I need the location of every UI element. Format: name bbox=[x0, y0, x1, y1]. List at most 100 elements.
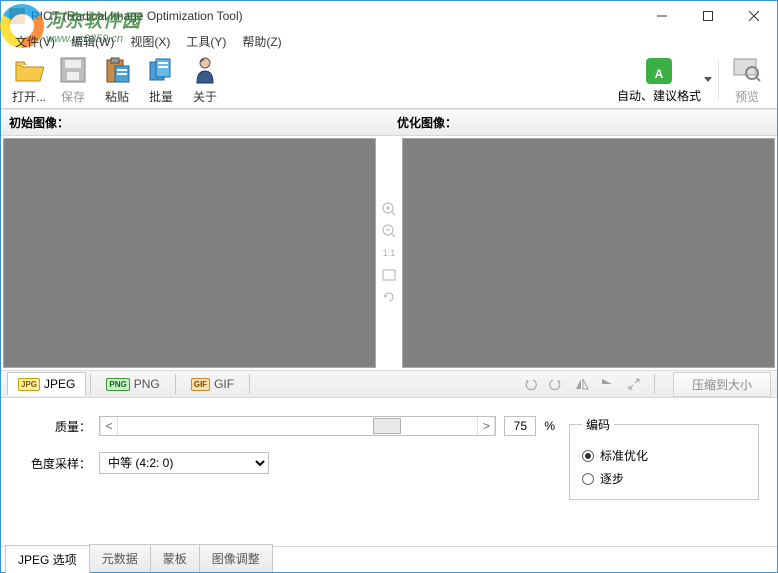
batch-button[interactable]: 批量 bbox=[139, 52, 183, 107]
chroma-select[interactable]: 中等 (4:2: 0) bbox=[99, 452, 269, 474]
auto-suggest-dropdown[interactable] bbox=[702, 77, 714, 82]
slider-right-arrow[interactable]: > bbox=[477, 417, 495, 435]
about-label: 关于 bbox=[193, 88, 217, 105]
magnifier-icon bbox=[731, 54, 763, 86]
close-icon bbox=[749, 11, 759, 21]
zoom-out-button[interactable] bbox=[380, 223, 398, 239]
tab-png-label: PNG bbox=[134, 377, 160, 391]
auto-format-icon: A bbox=[643, 55, 675, 87]
png-badge-icon: PNG bbox=[106, 378, 129, 391]
menu-view[interactable]: 视图(X) bbox=[124, 31, 176, 52]
tab-gif[interactable]: GIF GIF bbox=[180, 372, 245, 396]
auto-suggest-label: 自动、建议格式 bbox=[617, 87, 701, 104]
preview-button[interactable]: 预览 bbox=[723, 52, 771, 107]
window-title: RIOT (Radical Image Optimization Tool) bbox=[31, 9, 639, 23]
encoding-legend: 编码 bbox=[582, 416, 614, 433]
toolbar-separator bbox=[718, 60, 719, 100]
bottom-tabs: JPEG 选项 元数据 蒙板 图像调整 bbox=[1, 546, 777, 572]
refresh-button[interactable] bbox=[380, 289, 398, 305]
quality-label: 质量： bbox=[19, 418, 91, 435]
tab-jpeg-label: JPEG bbox=[44, 377, 75, 391]
rotate-left-button[interactable] bbox=[520, 374, 540, 394]
menu-file[interactable]: 文件(V) bbox=[9, 31, 61, 52]
flip-h-button[interactable] bbox=[572, 374, 592, 394]
gif-badge-icon: GIF bbox=[191, 378, 210, 391]
tab-separator bbox=[654, 374, 655, 394]
zoom-actual-button[interactable]: 1:1 bbox=[380, 245, 398, 261]
slider-thumb[interactable] bbox=[373, 418, 401, 434]
tab-jpeg[interactable]: JPG JPEG bbox=[7, 372, 86, 396]
tab-gif-label: GIF bbox=[214, 377, 234, 391]
flip-v-button[interactable] bbox=[598, 374, 618, 394]
minimize-icon bbox=[657, 11, 667, 21]
batch-documents-icon bbox=[145, 54, 177, 86]
radio-standard[interactable]: 标准优化 bbox=[582, 447, 746, 464]
close-button[interactable] bbox=[731, 1, 777, 31]
chevron-down-icon bbox=[704, 77, 712, 82]
quality-percent: % bbox=[544, 419, 555, 433]
resize-button[interactable] bbox=[624, 374, 644, 394]
jpeg-badge-icon: JPG bbox=[18, 378, 40, 391]
rotate-right-button[interactable] bbox=[546, 374, 566, 394]
quality-value-input[interactable]: 75 bbox=[504, 416, 536, 436]
maximize-button[interactable] bbox=[685, 1, 731, 31]
svg-text:A: A bbox=[655, 67, 664, 81]
zoom-fit-button[interactable] bbox=[380, 267, 398, 283]
open-folder-icon bbox=[13, 54, 45, 86]
tab-separator bbox=[90, 374, 91, 394]
paste-label: 粘贴 bbox=[105, 88, 129, 105]
save-label: 保存 bbox=[61, 88, 85, 105]
tab-image-adjust[interactable]: 图像调整 bbox=[199, 544, 273, 572]
menu-edit[interactable]: 编辑(W) bbox=[65, 31, 120, 52]
toolbar: 打开... 保存 粘贴 批量 关于 A 自动、建议格式 bbox=[1, 51, 777, 109]
clipboard-icon bbox=[101, 54, 133, 86]
person-icon bbox=[189, 54, 221, 86]
about-button[interactable]: 关于 bbox=[183, 52, 227, 107]
original-header: 初始图像： bbox=[1, 109, 389, 136]
optimized-header: 优化图像： bbox=[389, 109, 777, 136]
jpeg-options-panel: 质量： < > 75 % 色度采样： 中等 (4:2: 0) 编码 标准优化 bbox=[1, 398, 777, 546]
radio-progressive[interactable]: 逐步 bbox=[582, 470, 746, 487]
menubar: 文件(V) 编辑(W) 视图(X) 工具(Y) 帮助(Z) bbox=[1, 31, 777, 51]
app-icon bbox=[9, 8, 25, 24]
slider-left-arrow[interactable]: < bbox=[100, 417, 118, 435]
chroma-label: 色度采样： bbox=[19, 455, 91, 472]
paste-button[interactable]: 粘贴 bbox=[95, 52, 139, 107]
menu-tools[interactable]: 工具(Y) bbox=[180, 31, 232, 52]
titlebar: RIOT (Radical Image Optimization Tool) bbox=[1, 1, 777, 31]
minimize-button[interactable] bbox=[639, 1, 685, 31]
zoom-in-icon bbox=[382, 202, 396, 216]
flip-vertical-icon bbox=[601, 378, 615, 390]
format-tab-row: JPG JPEG PNG PNG GIF GIF 压缩到大小 bbox=[1, 370, 777, 398]
maximize-icon bbox=[703, 11, 713, 21]
batch-label: 批量 bbox=[149, 88, 173, 105]
slider-track[interactable] bbox=[118, 417, 477, 435]
original-image-pane[interactable] bbox=[3, 138, 376, 368]
compress-to-size-button[interactable]: 压缩到大小 bbox=[673, 372, 771, 397]
tab-metadata[interactable]: 元数据 bbox=[89, 544, 151, 572]
auto-suggest-button[interactable]: A 自动、建议格式 bbox=[616, 55, 702, 104]
radio-progressive-label: 逐步 bbox=[600, 470, 624, 487]
floppy-disk-icon bbox=[57, 54, 89, 86]
save-button[interactable]: 保存 bbox=[51, 52, 95, 107]
zoom-out-icon bbox=[382, 224, 396, 238]
pane-headers: 初始图像： 优化图像： bbox=[1, 109, 777, 136]
encoding-fieldset: 编码 标准优化 逐步 bbox=[569, 416, 759, 500]
radio-icon bbox=[582, 473, 594, 485]
resize-icon bbox=[627, 377, 641, 391]
optimized-image-pane[interactable] bbox=[402, 138, 775, 368]
refresh-icon bbox=[382, 290, 396, 304]
tab-mask[interactable]: 蒙板 bbox=[150, 544, 200, 572]
tab-jpeg-options[interactable]: JPEG 选项 bbox=[5, 545, 90, 573]
flip-horizontal-icon bbox=[575, 378, 589, 390]
open-label: 打开... bbox=[12, 88, 46, 105]
menu-help[interactable]: 帮助(Z) bbox=[236, 31, 287, 52]
tab-png[interactable]: PNG PNG bbox=[95, 372, 170, 396]
open-button[interactable]: 打开... bbox=[7, 52, 51, 107]
image-panes: 1:1 bbox=[1, 136, 777, 370]
preview-label: 预览 bbox=[735, 88, 759, 105]
zoom-in-button[interactable] bbox=[380, 201, 398, 217]
quality-slider[interactable]: < > bbox=[99, 416, 496, 436]
radio-standard-label: 标准优化 bbox=[600, 447, 648, 464]
rotate-left-icon bbox=[523, 377, 537, 391]
